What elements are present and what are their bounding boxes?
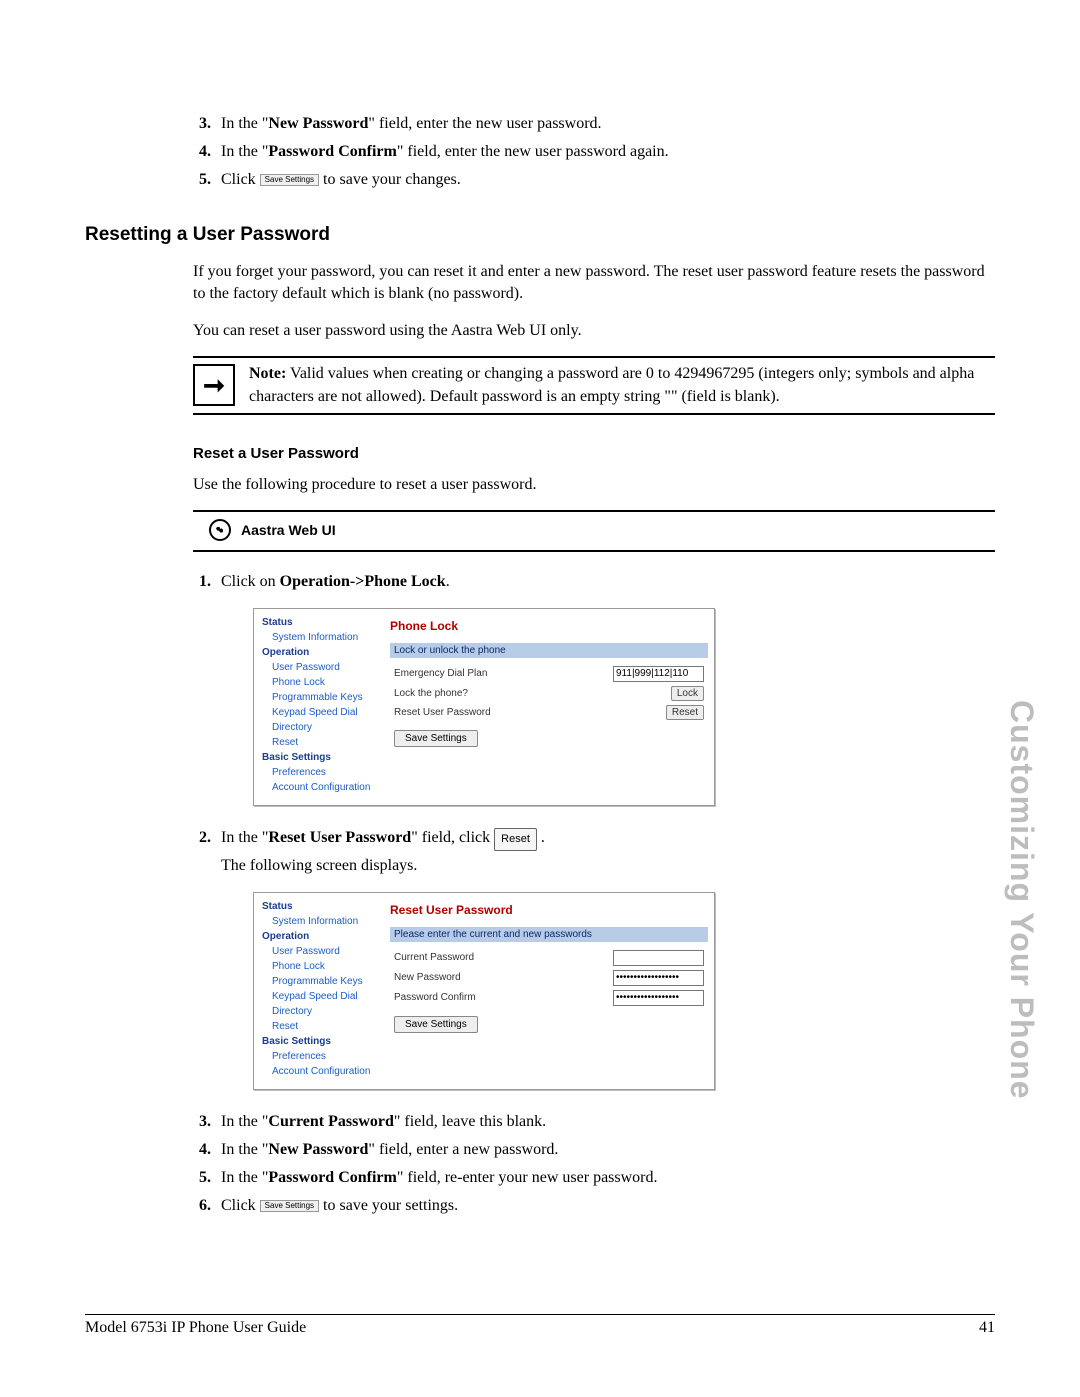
chapter-sidelabel: Customizing Your Phone [1003, 700, 1040, 1099]
step-4: In the "Password Confirm" field, enter t… [215, 138, 995, 166]
footer-left: Model 6753i IP Phone User Guide [85, 1319, 306, 1337]
shot1-save-button[interactable]: Save Settings [394, 730, 478, 747]
step-3: In the "New Password" field, enter the n… [215, 110, 995, 138]
inline-reset-button: Reset [494, 828, 537, 851]
sub-intro: Use the following procedure to reset a u… [193, 474, 995, 496]
page-footer: Model 6753i IP Phone User Guide 41 [85, 1306, 995, 1337]
bottom-step-5: In the "Password Confirm" field, re-ente… [215, 1164, 995, 1192]
confirm-password-input[interactable] [613, 990, 704, 1006]
reset-step-1: Click on Operation->Phone Lock. [215, 568, 995, 596]
bottom-step-6: Click Save Settings to save your setting… [215, 1192, 995, 1220]
reset-step-2-list: In the "Reset User Password" field, clic… [193, 824, 995, 880]
save-settings-button-inline: Save Settings [260, 174, 319, 186]
globe-icon [209, 519, 231, 541]
step-5: Click Save Settings to save your changes… [215, 166, 995, 194]
lock-button[interactable]: Lock [671, 686, 704, 701]
bottom-steps-list: In the "Current Password" field, leave t… [193, 1108, 995, 1220]
shot1-nav: Status System Information Operation User… [254, 609, 384, 805]
screenshot-phone-lock: Status System Information Operation User… [253, 608, 715, 806]
section-heading: Resetting a User Password [85, 224, 995, 246]
bottom-step-3: In the "Current Password" field, leave t… [215, 1108, 995, 1136]
reset-steps-start: Click on Operation->Phone Lock. [193, 568, 995, 596]
new-password-input[interactable] [613, 970, 704, 986]
reset-step-2: In the "Reset User Password" field, clic… [215, 824, 995, 880]
note-block: ➞ Note: Valid values when creating or ch… [193, 356, 995, 414]
paragraph-2: You can reset a user password using the … [193, 320, 995, 342]
shot2-nav: Status System Information Operation User… [254, 893, 384, 1089]
paragraph-1: If you forget your password, you can res… [193, 261, 995, 306]
shot1-main: Phone Lock Lock or unlock the phone Emer… [384, 609, 714, 805]
save-settings-button-inline-2: Save Settings [260, 1200, 319, 1212]
subheading: Reset a User Password [193, 445, 995, 462]
top-steps-list: In the "New Password" field, enter the n… [193, 110, 995, 194]
screenshot-reset-password: Status System Information Operation User… [253, 892, 715, 1090]
bottom-step-4: In the "New Password" field, enter a new… [215, 1136, 995, 1164]
shot2-main: Reset User Password Please enter the cur… [384, 893, 714, 1089]
arrow-right-icon: ➞ [193, 364, 235, 406]
current-password-input[interactable] [613, 950, 704, 966]
webui-divider: Aastra Web UI [193, 510, 995, 552]
reset-button[interactable]: Reset [666, 705, 704, 720]
emergency-dial-input[interactable] [613, 666, 704, 682]
footer-page-number: 41 [979, 1319, 995, 1337]
shot2-save-button[interactable]: Save Settings [394, 1016, 478, 1033]
